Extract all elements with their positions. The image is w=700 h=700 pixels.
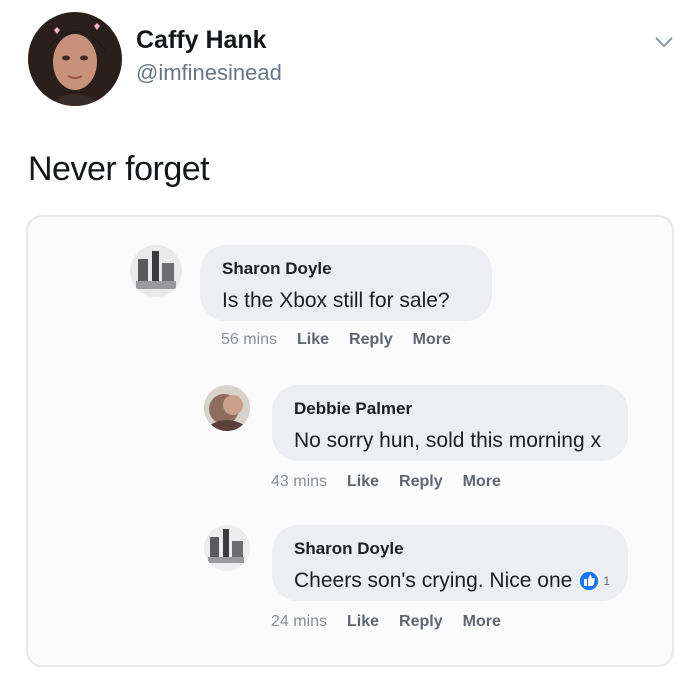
more-button[interactable]: More — [463, 473, 501, 491]
comment-author[interactable]: Sharon Doyle — [222, 259, 470, 279]
commenter-avatar[interactable] — [130, 245, 182, 297]
tweet-display-name[interactable]: Caffy Hank — [136, 26, 267, 55]
comment-author[interactable]: Debbie Palmer — [294, 399, 606, 419]
embedded-screenshot[interactable]: Sharon Doyle Is the Xbox still for sale?… — [26, 215, 674, 667]
commenter-avatar[interactable] — [204, 385, 250, 431]
reaction-count: 1 — [603, 574, 610, 589]
comment-bubble: Debbie Palmer No sorry hun, sold this mo… — [272, 385, 628, 461]
comment-text: No sorry hun, sold this morning x — [294, 429, 601, 452]
tweet-text: Never forget — [28, 150, 210, 188]
comment-actions: 56 mins Like Reply More — [221, 331, 451, 349]
more-button[interactable]: More — [463, 613, 501, 631]
reply-button[interactable]: Reply — [349, 331, 393, 349]
like-button[interactable]: Like — [347, 473, 379, 491]
like-button[interactable]: Like — [297, 331, 329, 349]
comment-text-content: Cheers son's crying. Nice one — [294, 569, 573, 592]
like-button[interactable]: Like — [347, 613, 379, 631]
like-reaction-icon — [578, 570, 601, 593]
comment-actions: 24 mins Like Reply More — [271, 613, 501, 631]
comment-actions: 43 mins Like Reply More — [271, 473, 501, 491]
comment-text: Is the Xbox still for sale? — [222, 289, 450, 312]
comment-author[interactable]: Sharon Doyle — [294, 539, 606, 559]
comment-timestamp[interactable]: 43 mins — [271, 473, 327, 491]
comment-bubble: Sharon Doyle Cheers son's crying. Nice o… — [272, 525, 628, 601]
chevron-down-icon[interactable] — [653, 34, 675, 50]
tweet-handle[interactable]: @imfinesinead — [136, 60, 282, 86]
comment-timestamp[interactable]: 24 mins — [271, 613, 327, 631]
comment-timestamp[interactable]: 56 mins — [221, 331, 277, 349]
reply-button[interactable]: Reply — [399, 613, 443, 631]
commenter-avatar[interactable] — [204, 525, 250, 571]
comment-text: Cheers son's crying. Nice one 1 — [294, 569, 610, 593]
reply-button[interactable]: Reply — [399, 473, 443, 491]
comment-bubble: Sharon Doyle Is the Xbox still for sale? — [200, 245, 492, 321]
more-button[interactable]: More — [413, 331, 451, 349]
tweet-avatar[interactable] — [28, 12, 122, 106]
reaction-summary[interactable]: 1 — [578, 570, 610, 593]
